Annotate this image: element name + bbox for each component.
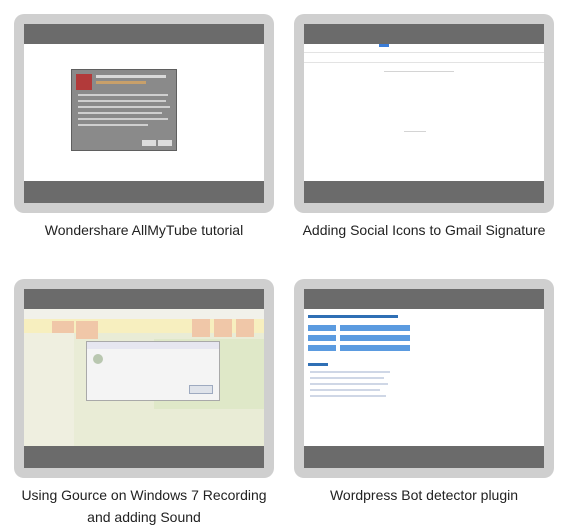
thumbnail-letterbox-bottom	[304, 446, 544, 468]
ok-button-image	[189, 385, 213, 394]
video-title[interactable]: Wondershare AllMyTube tutorial	[14, 219, 274, 241]
thumbnail-letterbox-top	[24, 289, 264, 309]
video-thumbnail[interactable]	[14, 14, 274, 213]
video-title[interactable]: Adding Social Icons to Gmail Signature	[294, 219, 554, 241]
video-thumbnail[interactable]	[14, 279, 274, 478]
video-thumbnail[interactable]	[294, 279, 554, 478]
thumbnail-letterbox-bottom	[24, 446, 264, 468]
thumbnail-screenshot	[304, 24, 544, 203]
video-thumbnail[interactable]	[294, 14, 554, 213]
thumbnail-screenshot	[304, 289, 544, 468]
thumbnail-letterbox-top	[304, 24, 544, 44]
thumbnail-letterbox-bottom	[24, 181, 264, 203]
thumbnail-screenshot	[24, 24, 264, 203]
video-title[interactable]: Wordpress Bot detector plugin	[294, 484, 554, 506]
thumbnail-screenshot	[24, 289, 264, 468]
thumbnail-letterbox-top	[24, 24, 264, 44]
thumbnail-letterbox-bottom	[304, 181, 544, 203]
dialog-window-image	[86, 341, 220, 401]
thumbnail-letterbox-top	[304, 289, 544, 309]
dialog-window-image	[71, 69, 177, 151]
video-title[interactable]: Using Gource on Windows 7 Recording and …	[14, 484, 274, 528]
app-logo-icon	[76, 74, 92, 90]
dialog-icon	[93, 354, 103, 364]
